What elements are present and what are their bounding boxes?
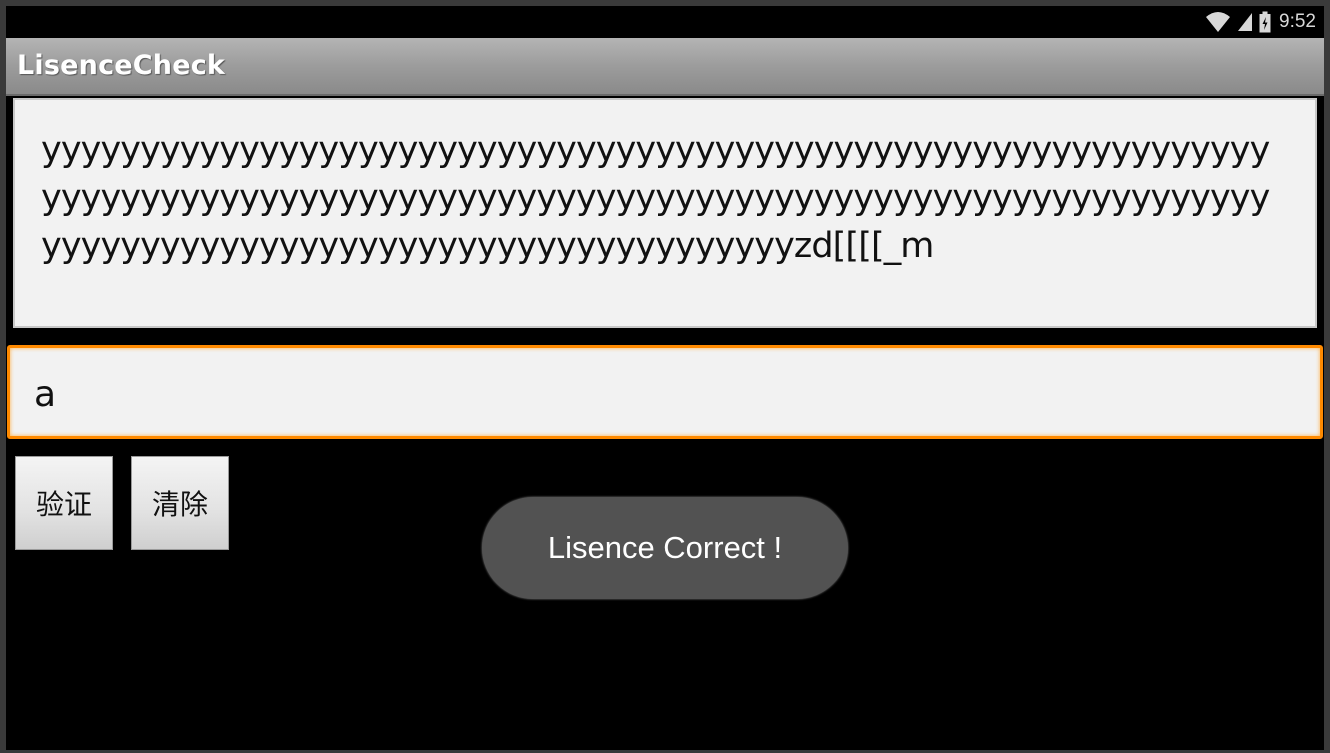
status-icons: 9:52 <box>1205 10 1316 34</box>
battery-icon <box>1259 11 1271 33</box>
status-bar: 9:52 <box>6 6 1324 38</box>
signal-icon <box>1237 12 1253 32</box>
action-bar: LisenceCheck <box>6 38 1324 96</box>
license-text-field[interactable]: yyyyyyyyyyyyyyyyyyyyyyyyyyyyyyyyyyyyyyyy… <box>13 98 1317 328</box>
license-text-value: yyyyyyyyyyyyyyyyyyyyyyyyyyyyyyyyyyyyyyyy… <box>41 130 1270 266</box>
app-title: LisenceCheck <box>17 50 226 81</box>
license-input-field[interactable]: a <box>7 345 1323 439</box>
toast-text: Lisence Correct ! <box>547 530 783 565</box>
clear-button[interactable]: 清除 <box>131 456 229 550</box>
license-input-value: a <box>34 374 57 415</box>
verify-button[interactable]: 验证 <box>15 456 113 550</box>
device-frame: 9:52 LisenceCheck yyyyyyyyyyyyyyyyyyyyyy… <box>0 0 1330 753</box>
toast-message: Lisence Correct ! <box>482 497 848 599</box>
device-screen: 9:52 LisenceCheck yyyyyyyyyyyyyyyyyyyyyy… <box>6 6 1324 750</box>
status-clock: 9:52 <box>1279 11 1316 32</box>
wifi-icon <box>1205 11 1231 33</box>
